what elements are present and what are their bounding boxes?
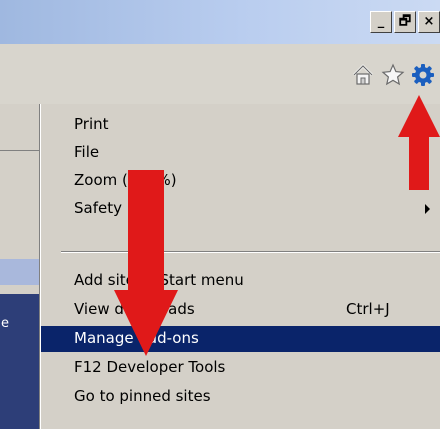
- menu-item-add-site-to-start-menu[interactable]: Add site to Start menu: [41, 268, 440, 294]
- menu-item-manage-add-ons[interactable]: Manage add-ons: [41, 326, 440, 352]
- minimize-button[interactable]: _: [370, 11, 392, 33]
- menu-item-file[interactable]: File: [41, 140, 440, 166]
- menu-item-label: Go to pinned sites: [74, 387, 211, 405]
- red-up-arrow-icon: [398, 95, 440, 190]
- home-icon[interactable]: [351, 63, 375, 87]
- menu-item-shortcut: Ctrl+J: [346, 300, 390, 318]
- page-panel: [0, 294, 40, 429]
- menu-item-label: Print: [74, 115, 109, 133]
- red-down-arrow-icon: [114, 170, 178, 356]
- menu-item-print[interactable]: Print: [41, 112, 440, 138]
- submenu-arrow-icon: [425, 204, 430, 214]
- menu-item-label: File: [74, 143, 100, 161]
- favorites-star-icon[interactable]: [381, 63, 405, 87]
- menu-item-safety[interactable]: Safety: [41, 196, 440, 222]
- menu-item-zoom[interactable]: Zoom (100%): [41, 168, 440, 194]
- divider: [0, 150, 42, 151]
- menu-item-go-to-pinned-sites[interactable]: Go to pinned sites: [41, 384, 440, 410]
- tools-gear-icon[interactable]: [411, 63, 435, 87]
- menu-item-f12-developer-tools[interactable]: F12 Developer Tools: [41, 355, 440, 381]
- page-banner: [0, 259, 40, 285]
- page-content-area: e: [0, 104, 42, 429]
- restore-button[interactable]: 🗗: [394, 11, 416, 33]
- close-button[interactable]: ×: [418, 11, 440, 33]
- menu-item-label: F12 Developer Tools: [74, 358, 226, 376]
- tools-dropdown-menu: Print File Zoom (100%) Safety Add site t…: [40, 104, 440, 429]
- menu-item-view-downloads[interactable]: View downloads Ctrl+J: [41, 297, 440, 323]
- page-text-fragment: e: [1, 316, 9, 331]
- title-bar: _ 🗗 ×: [0, 0, 440, 44]
